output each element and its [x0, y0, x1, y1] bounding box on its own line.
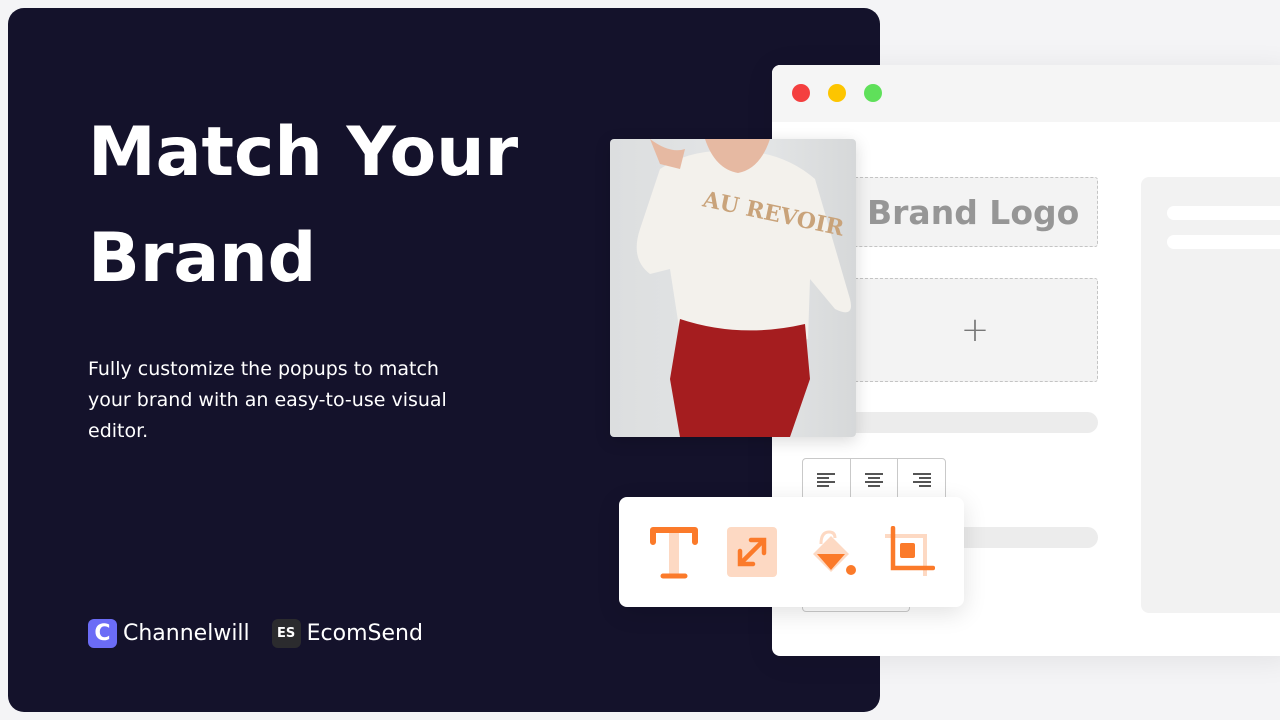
channelwill-logo-icon: C [88, 619, 117, 648]
plus-icon: + [960, 310, 990, 350]
crop-icon [884, 526, 935, 576]
close-button[interactable] [792, 84, 810, 102]
title-line: Brand [88, 219, 317, 298]
model-image: AU REVOIR [636, 139, 851, 437]
hero-description: Fully customize the popups to match your… [88, 358, 447, 442]
brand-channelwill: C Channelwill [88, 619, 250, 648]
brand-name: Channelwill [123, 621, 250, 646]
fill-color-tool-button[interactable] [803, 524, 859, 580]
brand-logos: C Channelwill ES EcomSend [88, 619, 423, 648]
product-photo[interactable]: AU REVOIR [610, 139, 856, 437]
text-icon [650, 527, 699, 579]
style-toolbar [619, 497, 964, 607]
brand-logo-placeholder[interactable]: Brand Logo [852, 177, 1098, 247]
align-left-icon [817, 473, 836, 487]
ecomsend-logo-icon: ES [271, 619, 301, 648]
brand-ecomsend: ES EcomSend [271, 619, 423, 648]
minimize-button[interactable] [828, 84, 846, 102]
side-line [1167, 235, 1280, 249]
align-center-button[interactable] [851, 459, 899, 501]
paint-bucket-icon [812, 530, 856, 575]
maximize-button[interactable] [864, 84, 882, 102]
align-right-button[interactable] [898, 459, 945, 501]
side-panel [1141, 177, 1280, 613]
align-left-button[interactable] [803, 459, 851, 501]
text-align-group [802, 458, 946, 502]
brand-logo-text: Brand Logo [867, 192, 1080, 232]
hero-title: Match Your Brand [88, 100, 518, 312]
brand-name: EcomSend [306, 621, 423, 646]
resize-icon [727, 527, 778, 577]
crop-tool-button[interactable] [881, 524, 937, 580]
add-image-placeholder[interactable]: + [852, 278, 1098, 382]
text-line-placeholder [840, 412, 1098, 433]
title-line: Match Your [88, 113, 519, 192]
resize-tool-button[interactable] [724, 524, 780, 580]
side-line [1167, 206, 1280, 220]
align-center-icon [865, 473, 883, 487]
align-right-icon [912, 473, 931, 487]
window-titlebar [772, 65, 1280, 122]
text-tool-button[interactable] [646, 524, 702, 580]
